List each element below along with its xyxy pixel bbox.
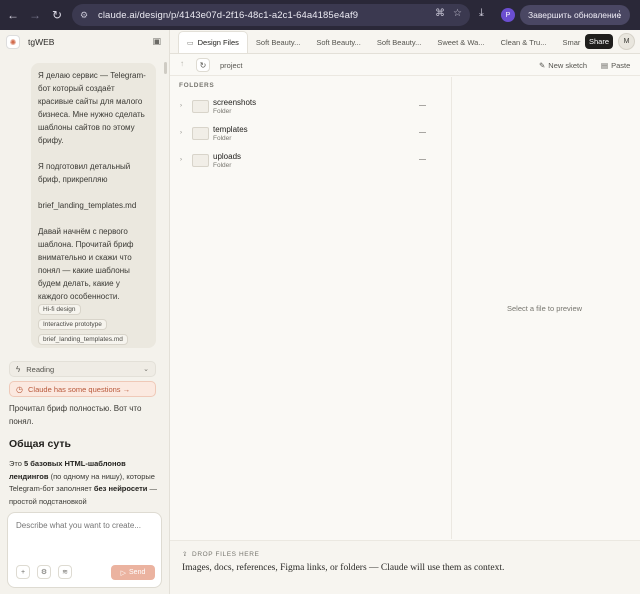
chevron-down-icon: ⌄: [143, 366, 149, 373]
reply-body: Это 5 базовых HTML-шаблонов лендингов (п…: [9, 458, 159, 508]
tab-sweet-wa[interactable]: Sweet & Wa...: [429, 31, 492, 53]
menu-dots-icon[interactable]: ⋮: [615, 9, 624, 20]
new-chat-icon[interactable]: ▣: [152, 36, 161, 47]
pencil-icon: ✎: [539, 61, 546, 70]
folder-type: Folder: [213, 135, 232, 142]
questions-label: Claude has some questions →: [27, 384, 131, 394]
reload-icon[interactable]: ↻: [48, 6, 66, 24]
settings-icon[interactable]: ⚙: [37, 565, 51, 579]
folder-name: templates: [213, 125, 248, 134]
upload-icon: ⇪: [182, 551, 189, 558]
chip-interactive-prototype[interactable]: Interactive prototype: [38, 319, 107, 330]
lightning-icon: ϟ: [16, 364, 21, 374]
message-paragraph: brief_landing_templates.md: [38, 201, 137, 210]
drop-zone[interactable]: ⇪ DROP FILES HERE Images, docs, reference…: [170, 540, 640, 594]
folder-row[interactable]: › templates Folder —: [176, 122, 444, 146]
folder-size: —: [419, 129, 426, 136]
breadcrumb[interactable]: project: [220, 61, 243, 70]
update-button[interactable]: Завершить обновление ⋮: [520, 5, 630, 25]
folder-row[interactable]: › uploads Folder —: [176, 149, 444, 173]
reading-label: Reading: [26, 364, 55, 374]
paste-button[interactable]: ▤ Paste: [601, 61, 630, 70]
preview-placeholder: Select a file to preview: [507, 304, 583, 313]
folder-size: —: [419, 156, 426, 163]
download-icon[interactable]: ⤓: [479, 7, 484, 20]
refresh-icon[interactable]: ↻: [196, 58, 210, 72]
folder-row[interactable]: › screenshots Folder —: [176, 95, 444, 119]
attachment-chips: Hi-fi design Interactive prototype brief…: [38, 304, 128, 349]
share-button[interactable]: Share: [585, 34, 613, 49]
translate-icon[interactable]: ⌘: [435, 8, 445, 19]
chevron-right-icon[interactable]: ›: [180, 103, 182, 109]
drop-zone-heading: ⇪ DROP FILES HERE: [182, 550, 259, 558]
drop-label: DROP FILES HERE: [192, 551, 260, 558]
update-label: Завершить обновление: [528, 10, 622, 20]
file-icon: ▭: [187, 39, 194, 47]
folder-size: —: [419, 102, 426, 109]
forward-icon[interactable]: →: [26, 6, 44, 24]
drop-zone-description: Images, docs, references, Figma links, o…: [182, 563, 505, 573]
message-paragraph: Давай начнём с первого шаблона. Прочитай…: [38, 227, 134, 301]
paste-label: Paste: [611, 61, 631, 70]
send-label: Send: [129, 569, 146, 576]
chat-composer: + ⚙ ≋ ▷ Send: [7, 512, 162, 588]
bookmark-star-icon[interactable]: ☆: [453, 8, 462, 19]
add-attachment-icon[interactable]: +: [16, 565, 30, 579]
body-text: Это: [9, 459, 24, 468]
clock-icon: ◷: [16, 384, 23, 394]
sidebar-scrollbar[interactable]: [164, 62, 167, 74]
tab-smar[interactable]: Smar: [554, 31, 588, 53]
message-paragraph: Я делаю сервис — Telegram-бот который со…: [38, 71, 146, 145]
tab-soft-beauty-2[interactable]: Soft Beauty...: [308, 31, 368, 53]
browser-chrome: ← → ↻ ⚙ claude.ai/design/p/4143e07d-2f16…: [0, 0, 640, 30]
url-text[interactable]: claude.ai/design/p/4143e07d-2f16-48c1-a2…: [98, 10, 358, 21]
chip-hifi-design[interactable]: Hi-fi design: [38, 304, 81, 315]
folder-icon: [192, 100, 209, 113]
arrow-up-icon[interactable]: ↑: [180, 59, 184, 68]
folder-icon: [192, 127, 209, 140]
tab-soft-beauty-1[interactable]: Soft Beauty...: [248, 31, 308, 53]
send-icon: ▷: [120, 569, 127, 577]
claude-logo-icon[interactable]: ✺: [6, 35, 20, 49]
tab-label: Design Files: [197, 38, 239, 47]
site-settings-icon[interactable]: ⚙: [80, 10, 92, 21]
design-workspace: ▭ Design Files Soft Beauty... Soft Beaut…: [170, 30, 640, 594]
new-sketch-button[interactable]: ✎ New sketch: [539, 61, 587, 70]
tab-design-files[interactable]: ▭ Design Files: [178, 31, 248, 53]
folder-icon: [192, 154, 209, 167]
clipboard-icon: ▤: [601, 61, 609, 70]
user-message: Я делаю сервис — Telegram-бот который со…: [31, 63, 156, 348]
folder-name: screenshots: [213, 98, 257, 107]
chip-brief-file[interactable]: brief_landing_templates.md: [38, 334, 128, 345]
tab-soft-beauty-3[interactable]: Soft Beauty...: [369, 31, 429, 53]
message-paragraph: Я подготовил детальный бриф, прикрепляю: [38, 162, 131, 184]
new-sketch-label: New sketch: [548, 61, 588, 70]
profile-avatar[interactable]: P: [501, 8, 515, 22]
reply-section-title: Общая суть: [9, 438, 71, 450]
folder-name: uploads: [213, 152, 242, 161]
assistant-reply: Прочитал бриф полностью. Вот что понял.: [9, 404, 142, 426]
send-button[interactable]: ▷ Send: [111, 565, 155, 580]
file-browser: FOLDERS › screenshots Folder — › templat…: [170, 77, 452, 539]
audio-icon[interactable]: ≋: [58, 565, 72, 579]
body-bold: без нейросети: [93, 484, 148, 493]
project-name[interactable]: tgWEB: [28, 37, 54, 47]
sidebar-header: ✺ tgWEB ▣: [0, 30, 169, 54]
tab-clean-tru[interactable]: Clean & Tru...: [493, 31, 555, 53]
folder-type: Folder: [213, 108, 232, 115]
prompt-input[interactable]: [16, 521, 156, 530]
user-avatar[interactable]: M: [618, 33, 635, 50]
claude-questions-banner[interactable]: ◷ Claude has some questions →: [9, 381, 156, 397]
files-toolbar: ↑ ↻ project ✎ New sketch ▤ Paste: [170, 54, 640, 76]
back-icon[interactable]: ←: [4, 6, 22, 24]
folder-type: Folder: [213, 162, 232, 169]
address-bar[interactable]: ⚙ claude.ai/design/p/4143e07d-2f16-48c1-…: [72, 4, 470, 26]
chevron-right-icon[interactable]: ›: [180, 157, 182, 163]
reading-status[interactable]: ϟ Reading ⌄: [9, 361, 156, 377]
folders-heading: FOLDERS: [179, 82, 215, 89]
tab-bar: ▭ Design Files Soft Beauty... Soft Beaut…: [170, 30, 640, 54]
chevron-right-icon[interactable]: ›: [180, 130, 182, 136]
chat-sidebar: ✺ tgWEB ▣ Я делаю сервис — Telegram-бот …: [0, 30, 170, 594]
